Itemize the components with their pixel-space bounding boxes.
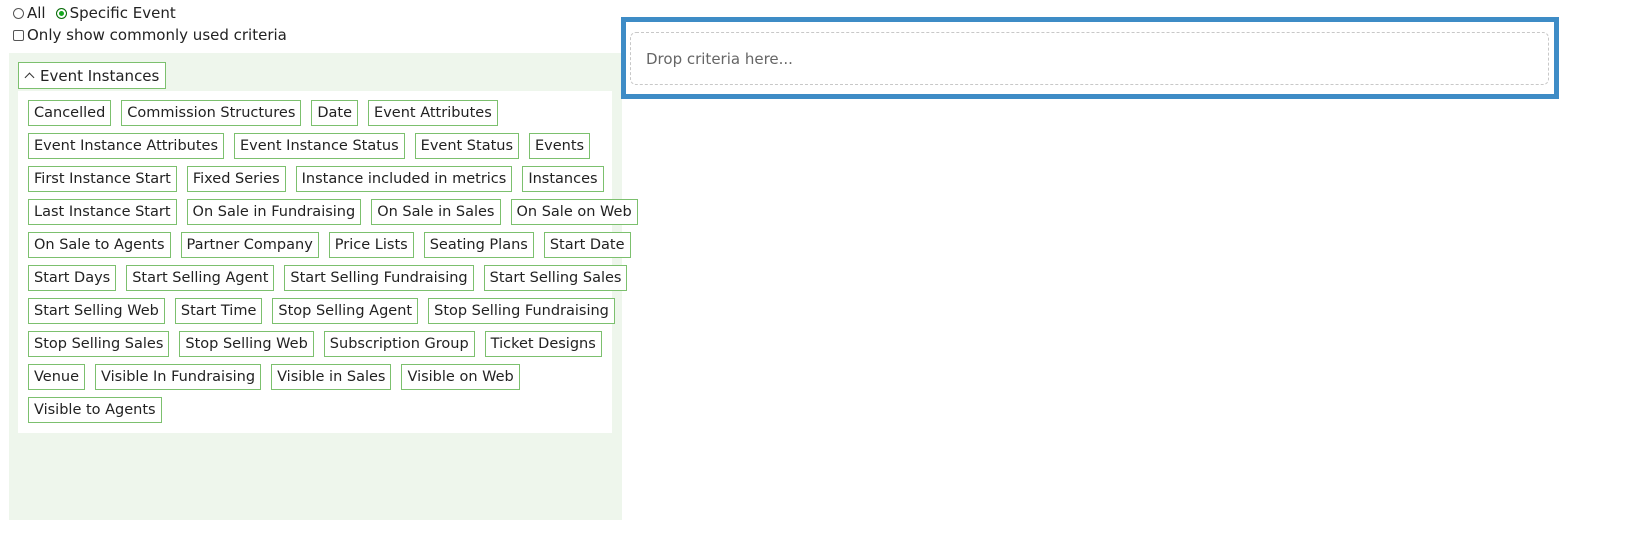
common-criteria-label[interactable]: Only show commonly used criteria — [27, 26, 287, 44]
criteria-row: Event Instance Attributes Event Instance … — [28, 133, 612, 161]
criteria-chip[interactable]: Event Instance Attributes — [28, 133, 225, 159]
criteria-row: Cancelled Commission Structures Date Event … — [28, 100, 612, 128]
criteria-chip[interactable]: Partner Company — [180, 232, 319, 258]
criteria-chip[interactable]: Venue — [28, 364, 86, 390]
criteria-panel: Event Instances Cancelled Commission Stru… — [9, 53, 638, 520]
criteria-chip[interactable]: Last Instance Start — [28, 199, 177, 225]
scope-all-label[interactable]: All — [27, 4, 46, 22]
criteria-chip[interactable]: Instance included in metrics — [295, 166, 513, 192]
criteria-chip[interactable]: Stop Selling Web — [179, 331, 314, 357]
criteria-row: Stop Selling Sales Stop Selling Web Subscr… — [28, 331, 612, 359]
criteria-chip[interactable]: Seating Plans — [423, 232, 534, 258]
group-title: Event Instances — [40, 66, 160, 85]
criteria-chip[interactable]: Event Status — [414, 133, 520, 159]
criteria-chip[interactable]: Price Lists — [328, 232, 414, 258]
criteria-row: On Sale to Agents Partner Company Price Li… — [28, 232, 631, 260]
criteria-chip[interactable]: On Sale in Fundraising — [186, 199, 362, 225]
criteria-row: First Instance Start Fixed Series Instance… — [28, 166, 612, 194]
criteria-row: Last Instance Start On Sale in Fundraisin… — [28, 199, 638, 227]
criteria-chip[interactable]: Ticket Designs — [484, 331, 602, 357]
criteria-chip[interactable]: On Sale in Sales — [371, 199, 501, 225]
criteria-chip[interactable]: Fixed Series — [186, 166, 286, 192]
criteria-chip[interactable]: Event Attributes — [368, 100, 498, 126]
criteria-chip[interactable]: Start Selling Agent — [126, 265, 275, 291]
criteria-chip[interactable]: Start Date — [543, 232, 631, 258]
criteria-row: Start Days Start Selling Agent Start Selli… — [28, 265, 628, 293]
criteria-chip[interactable]: Start Selling Sales — [483, 265, 628, 291]
drop-zone-frame: Drop criteria here... — [621, 17, 1559, 99]
criteria-chip[interactable]: Commission Structures — [121, 100, 302, 126]
common-criteria-checkbox[interactable] — [13, 29, 24, 41]
criteria-chip[interactable]: Stop Selling Agent — [272, 298, 419, 324]
criteria-chip[interactable]: Start Selling Fundraising — [284, 265, 474, 291]
criteria-chip[interactable]: On Sale on Web — [510, 199, 638, 225]
criteria-chip[interactable]: Visible in Sales — [271, 364, 392, 390]
criteria-chip[interactable]: Cancelled — [28, 100, 112, 126]
criteria-chip[interactable]: Stop Selling Fundraising — [428, 298, 615, 324]
criteria-chip-list: Cancelled Commission Structures Date Event … — [18, 91, 638, 433]
criteria-chip[interactable]: Start Selling Web — [28, 298, 165, 324]
scope-all-radio[interactable] — [13, 7, 24, 19]
criteria-chip[interactable]: Visible to Agents — [28, 397, 162, 423]
scope-specific-event-radio[interactable] — [55, 7, 67, 19]
criteria-chip[interactable]: Date — [311, 100, 359, 126]
criteria-chip[interactable]: Event Instance Status — [234, 133, 405, 159]
criteria-drop-zone[interactable]: Drop criteria here... — [630, 32, 1549, 85]
criteria-row: Start Selling Web Start Time Stop Selling … — [28, 298, 615, 326]
criteria-chip[interactable]: Start Time — [174, 298, 263, 324]
criteria-row: Venue Visible In Fundraising Visible in Sa… — [28, 364, 612, 392]
criteria-chip[interactable]: On Sale to Agents — [28, 232, 171, 258]
criteria-chip[interactable]: Visible In Fundraising — [95, 364, 262, 390]
criteria-row: Visible to Agents — [28, 397, 612, 425]
event-instances-group-toggle[interactable]: Event Instances — [18, 62, 167, 89]
criteria-chip[interactable]: Stop Selling Sales — [28, 331, 170, 357]
criteria-chip[interactable]: First Instance Start — [28, 166, 177, 192]
scope-selector: All Specific Event — [13, 4, 186, 22]
common-criteria-filter: Only show commonly used criteria — [13, 26, 287, 44]
chevron-up-icon — [24, 72, 35, 83]
criteria-chip[interactable]: Events — [529, 133, 591, 159]
criteria-chip[interactable]: Start Days — [28, 265, 117, 291]
criteria-chip[interactable]: Visible on Web — [401, 364, 520, 390]
criteria-chip[interactable]: Instances — [522, 166, 604, 192]
drop-zone-placeholder: Drop criteria here... — [646, 49, 793, 68]
scope-specific-event-label[interactable]: Specific Event — [70, 4, 176, 22]
criteria-builder: All Specific Event Only show commonly us… — [0, 0, 1635, 551]
criteria-chip[interactable]: Subscription Group — [323, 331, 475, 357]
